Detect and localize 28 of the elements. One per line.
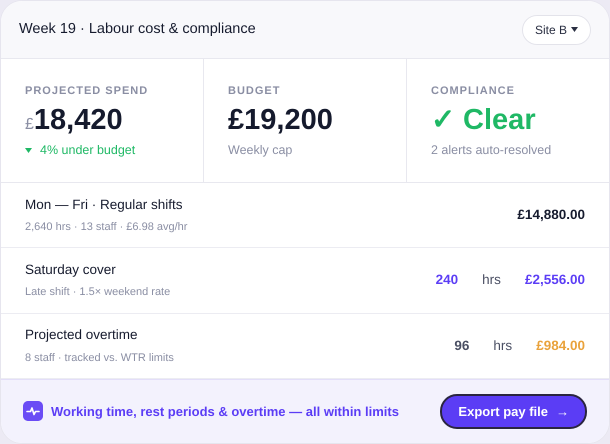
stat-label: BUDGET [228, 84, 282, 99]
stat-label: COMPLIANCE [431, 84, 516, 99]
activity-icon [23, 401, 43, 422]
status-value: ✓ Clear [431, 104, 537, 137]
stat-note: 2 alerts auto-resolved [431, 142, 552, 159]
row-title: Saturday cover [25, 261, 117, 280]
stat-label: PROJECTED SPEND [25, 84, 150, 99]
amount: £2,556.00 [524, 271, 585, 290]
site-dropdown[interactable]: Site B [522, 14, 591, 44]
card-title: Week 19 · Labour cost & compliance [19, 20, 256, 39]
hours-unit: hrs [482, 271, 501, 290]
stat-value: £19,200 [228, 104, 334, 137]
trend-note: 4% under budget [40, 142, 136, 159]
export-button[interactable]: Export pay file → [440, 394, 587, 430]
amount: £984.00 [536, 336, 585, 355]
amount: £14,880.00 [517, 206, 585, 224]
status-message: Working time, rest periods & overtime — all within limits [51, 402, 399, 421]
row-detail: 2,640 hrs · 13 staff · £6.98 avg/hr [25, 220, 188, 236]
row-title: Projected overtime [25, 326, 139, 344]
caret-icon [571, 27, 578, 32]
stat-note: Weekly cap [228, 142, 292, 159]
hours-value: 96 [454, 336, 470, 355]
hours-value: 240 [436, 271, 458, 290]
hours-unit: hrs [493, 336, 512, 355]
row-detail: Late shift · 1.5× weekend rate [25, 285, 170, 300]
row-detail: 8 staff · tracked vs. WTR limits [25, 350, 174, 366]
stat-value: £18,420 [25, 104, 124, 137]
row-title: Mon — Fri · Regular shifts [25, 196, 184, 214]
